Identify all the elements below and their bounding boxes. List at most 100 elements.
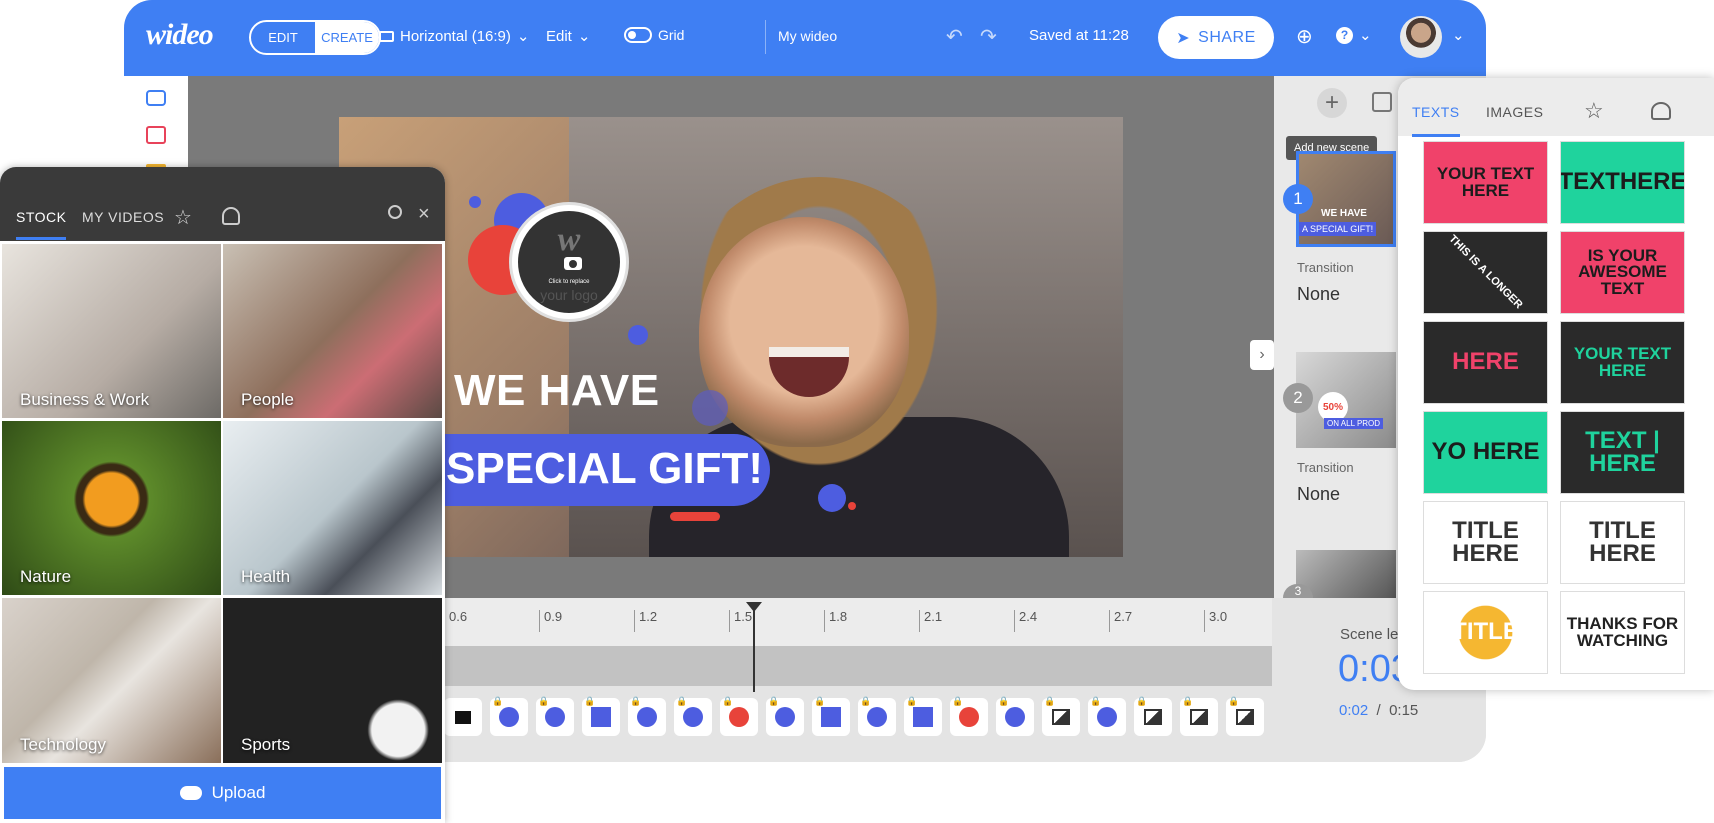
keyframe-clapper[interactable] <box>444 698 482 736</box>
tab-images[interactable]: IMAGES <box>1486 104 1543 120</box>
keyframe-circle-blue[interactable]: 🔒 <box>996 696 1034 736</box>
stock-tile[interactable]: Sports <box>223 598 442 763</box>
tab-my-videos[interactable]: MY VIDEOS <box>82 209 164 225</box>
close-icon[interactable]: × <box>418 203 430 226</box>
text-template-card[interactable]: TITLE HERE <box>1560 501 1685 584</box>
logo-placeholder-mark: w <box>557 221 581 258</box>
gift-text[interactable]: SPECIAL GIFT! <box>446 444 763 494</box>
circle-shape <box>959 707 979 727</box>
keyframe-image[interactable]: 🔒 <box>1042 696 1080 736</box>
lock-icon: 🔒 <box>814 696 826 706</box>
text-template-card[interactable]: HERE <box>1423 321 1548 404</box>
text-template-card[interactable]: TITLE HERE <box>1423 501 1548 584</box>
scene-number-2[interactable]: 2 <box>1283 383 1313 413</box>
keyframe-circle-blue[interactable]: 🔒 <box>674 696 712 736</box>
stock-tile[interactable]: Health <box>223 421 442 595</box>
keyframe-circle-blue[interactable]: 🔒 <box>536 696 574 736</box>
shared-icon[interactable] <box>1651 102 1671 120</box>
text-template-card[interactable]: IS YOUR AWESOME TEXT <box>1560 231 1685 314</box>
playhead[interactable] <box>746 602 762 692</box>
keyframe-circle-blue[interactable]: 🔒 <box>766 696 804 736</box>
upload-button[interactable]: Upload <box>4 767 441 819</box>
edit-menu[interactable]: Edit ⌄ <box>546 27 590 46</box>
keyframe-image[interactable]: 🔒 <box>1226 696 1264 736</box>
tile-label: People <box>241 390 294 409</box>
camera-icon[interactable] <box>146 90 166 106</box>
text-template-card[interactable]: THANKS FOR WATCHING <box>1560 591 1685 674</box>
thumb-text: ON ALL PROD <box>1324 418 1384 429</box>
help-icon[interactable]: ? ⌄ <box>1336 26 1372 44</box>
search-icon[interactable] <box>388 205 402 219</box>
text-template-card[interactable]: YO HERE <box>1423 411 1548 494</box>
wideo-logo[interactable]: wideo <box>146 18 214 52</box>
tab-texts[interactable]: TEXTS <box>1412 104 1460 137</box>
text-template-label: YOUR TEXT HERE <box>1436 164 1535 200</box>
timeline-tick: 0.9 <box>539 610 562 632</box>
mode-toggle[interactable]: EDIT CREATE <box>249 20 381 55</box>
mode-create[interactable]: CREATE <box>315 22 379 53</box>
chevron-down-icon[interactable]: ⌄ <box>1452 26 1465 44</box>
lock-icon: 🔒 <box>1228 696 1240 706</box>
text-template-card[interactable]: YOUR TEXT HERE <box>1423 141 1548 224</box>
toggle-switch[interactable] <box>624 27 652 43</box>
circle-shape <box>683 707 703 727</box>
scene-person-face <box>699 217 909 447</box>
stock-tile[interactable]: Business & Work <box>2 244 221 418</box>
keyframe-square-blue[interactable]: 🔒 <box>582 696 620 736</box>
transition-label: Transition <box>1297 260 1354 275</box>
image-icon <box>1144 709 1162 725</box>
stock-tile[interactable]: People <box>223 244 442 418</box>
text-template-card[interactable]: TEXTHERE <box>1560 141 1685 224</box>
text-template-label: HERE <box>1452 348 1519 376</box>
circle-shape <box>775 707 795 727</box>
project-name[interactable]: My wideo <box>778 28 837 44</box>
grid-toggle[interactable]: Grid <box>624 27 684 43</box>
mode-edit[interactable]: EDIT <box>251 22 315 53</box>
text-template-label: TITLE HERE <box>1452 516 1519 567</box>
headline-text[interactable]: WE HAVE <box>454 366 660 416</box>
stock-tile[interactable]: Technology <box>2 598 221 763</box>
keyframe-square-blue[interactable]: 🔒 <box>904 696 942 736</box>
avatar[interactable] <box>1400 16 1442 58</box>
format-dropdown[interactable]: Horizontal (16:9) ⌄ <box>379 27 529 45</box>
transition-value[interactable]: None <box>1297 484 1340 505</box>
duplicate-scene-icon[interactable] <box>1372 92 1392 112</box>
scene-number-1[interactable]: 1 <box>1283 184 1313 214</box>
keyframe-circle-blue[interactable]: 🔒 <box>858 696 896 736</box>
text-template-card[interactable]: YOUR TEXT HERE <box>1560 321 1685 404</box>
text-template-card[interactable]: TEXT | HERE <box>1560 411 1685 494</box>
circle-shape <box>1097 707 1117 727</box>
keyframe-circle-blue[interactable]: 🔒 <box>490 696 528 736</box>
text-template-card[interactable]: TITLE <box>1423 591 1548 674</box>
add-collaborator-icon[interactable]: ⊕ <box>1296 24 1313 49</box>
timeline-track[interactable] <box>440 646 1272 686</box>
add-scene-icon[interactable]: + <box>1317 88 1347 118</box>
keyframe-image[interactable]: 🔒 <box>1180 696 1218 736</box>
tab-stock[interactable]: STOCK <box>16 209 67 240</box>
keyframe-circle-blue[interactable]: 🔒 <box>628 696 666 736</box>
text-template-card[interactable]: THIS IS A LONGER <box>1423 231 1548 314</box>
keyframe-circle-red[interactable]: 🔒 <box>950 696 988 736</box>
clapper-icon <box>455 710 471 724</box>
keyframe-circle-red[interactable]: 🔒 <box>720 696 758 736</box>
share-label: SHARE <box>1198 28 1256 46</box>
redo-icon[interactable]: ↷ <box>980 24 997 49</box>
chevron-right-icon[interactable]: › <box>1250 340 1274 370</box>
undo-icon[interactable]: ↶ <box>946 24 963 49</box>
decor-circle <box>692 390 728 426</box>
cloud-upload-icon <box>179 786 202 800</box>
lock-icon: 🔒 <box>768 696 780 706</box>
star-icon[interactable]: ☆ <box>1584 98 1604 124</box>
transition-value[interactable]: None <box>1297 284 1340 305</box>
app: wideo EDIT CREATE Horizontal (16:9) ⌄ Ed… <box>0 0 1714 823</box>
share-button[interactable]: ➤ SHARE <box>1158 16 1274 59</box>
video-icon[interactable] <box>146 126 166 144</box>
shared-icon[interactable] <box>222 207 240 225</box>
stock-tile[interactable]: Nature <box>2 421 221 595</box>
timeline-ruler[interactable] <box>440 598 1272 646</box>
star-icon[interactable]: ☆ <box>174 205 192 230</box>
keyframe-image[interactable]: 🔒 <box>1134 696 1172 736</box>
logo-placeholder[interactable]: w Click to replace your logo <box>512 205 626 319</box>
keyframe-circle-blue[interactable]: 🔒 <box>1088 696 1126 736</box>
keyframe-square-blue[interactable]: 🔒 <box>812 696 850 736</box>
